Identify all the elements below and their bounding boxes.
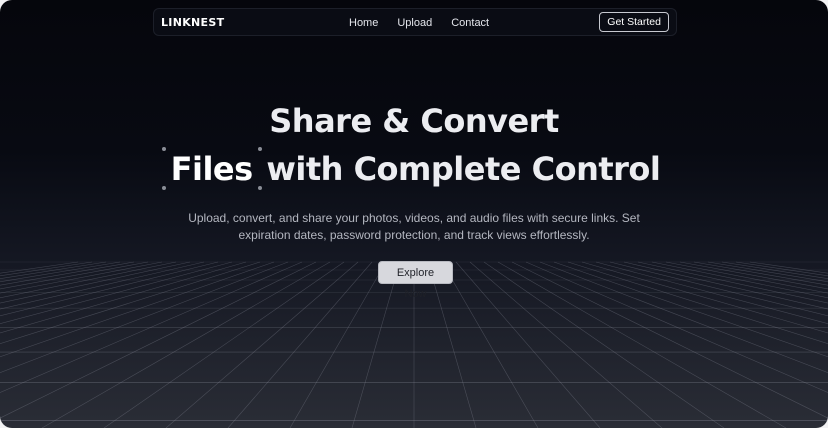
grid-vertical-line [581,261,828,334]
landing-page: LINKNEST Home Upload Contact Get Started… [0,0,828,428]
grid-vertical-line [707,261,828,283]
brand-logo[interactable]: LINKNEST [161,9,224,37]
nav-link-upload[interactable]: Upload [397,9,432,37]
grid-vertical-line [0,261,247,334]
grid-vertical-line [227,261,373,428]
nav-link-home[interactable]: Home [349,9,378,37]
grid-vertical-line [651,261,828,299]
grid-vertical-line [0,261,303,393]
hero-subtitle-line-1: Upload, convert, and share your photos, … [188,211,640,225]
grid-vertical-line [0,261,121,283]
nav-links: Home Upload Contact [349,9,508,37]
grid-vertical-line [511,261,828,419]
grid-vertical-line [427,261,477,428]
grid-vertical-line [0,261,275,358]
grid-vertical-line [553,261,828,358]
grid-vertical-line [0,261,93,277]
grid-vertical-line [0,261,177,299]
grid-vertical-line [441,261,539,428]
hero-title-rest: with Complete Control [266,150,661,188]
grid-vertical-line [165,261,359,428]
grid-vertical-line [289,261,387,428]
hero-subtitle: Upload, convert, and share your photos, … [0,210,828,244]
grid-vertical-line [567,261,828,345]
grid-vertical-line [693,261,828,286]
highlighted-word-files: Files [161,147,262,190]
grid-vertical-line [497,261,787,428]
get-started-button[interactable]: Get Started [599,12,669,32]
grid-vertical-line [0,261,135,286]
highlighted-word-text: Files [170,150,254,188]
selection-handle-bottom-right [257,186,262,190]
navbar: LINKNEST Home Upload Contact Get Started [153,8,677,36]
grid-vertical-line [41,261,331,428]
grid-vertical-line [469,261,663,428]
grid-vertical-line [525,261,828,393]
hero-title-line-1: Share & Convert [269,102,559,140]
selection-handle-top-right [257,147,262,151]
hero-subtitle-line-2: expiration dates, password protection, a… [238,228,590,242]
explore-now-button[interactable]: Explore Now [378,261,453,300]
grid-vertical-line [0,261,317,419]
hero-title-line-2: Files with Complete Control [0,147,828,190]
grid-vertical-line [351,261,401,428]
grid-vertical-line [735,261,828,277]
selection-handle-bottom-left [161,186,166,190]
selection-handle-top-left [161,147,166,151]
nav-link-contact[interactable]: Contact [451,9,489,37]
grid-vertical-line [455,261,601,428]
grid-vertical-line [0,261,261,345]
